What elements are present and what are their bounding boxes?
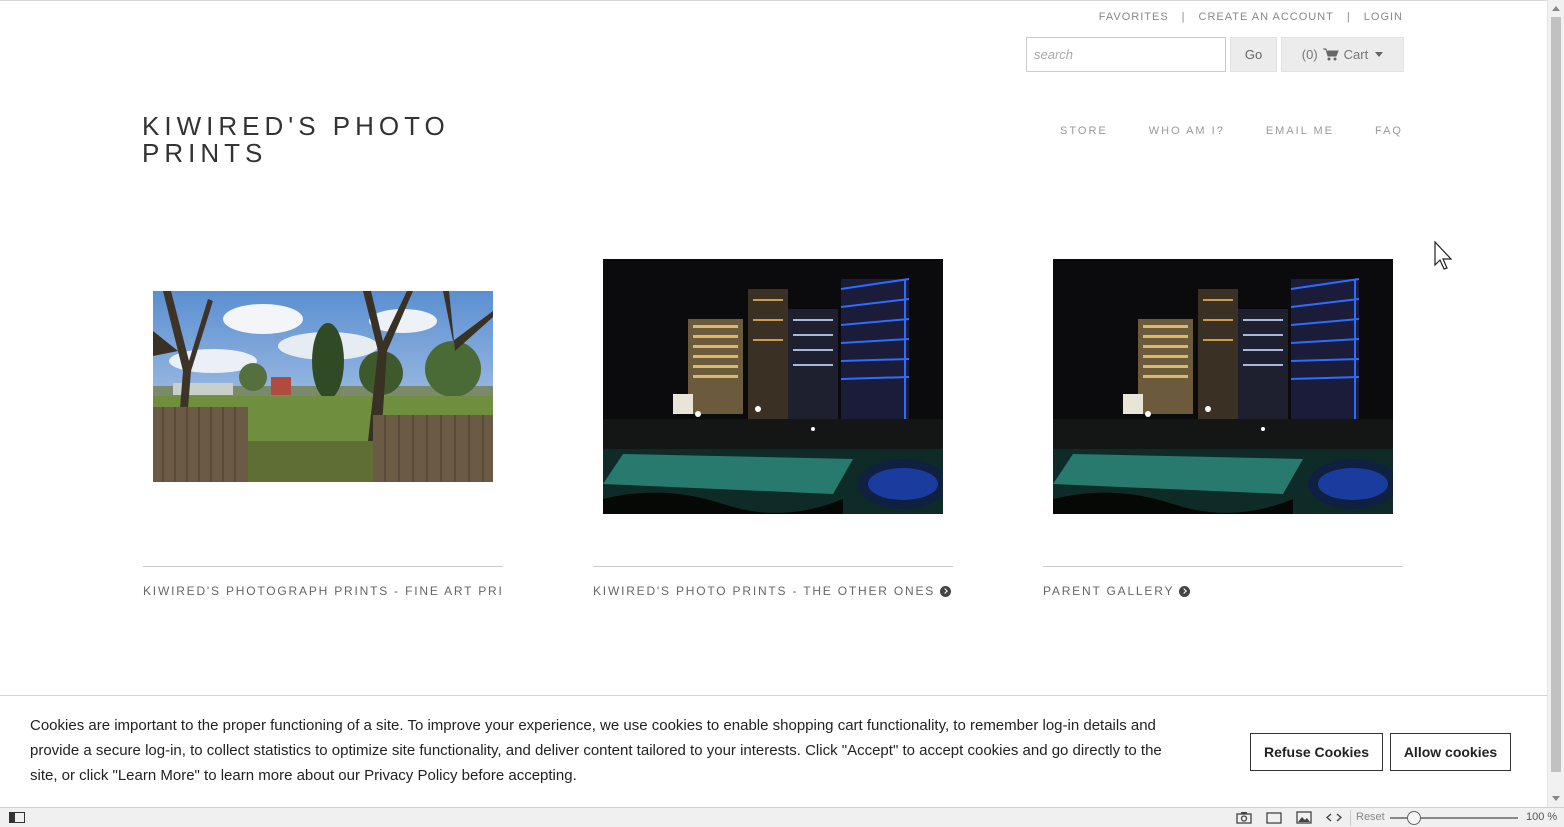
card-divider <box>1043 566 1403 567</box>
gallery-caption: PARENT GALLERY <box>1043 584 1175 598</box>
cart-count: (0) <box>1301 47 1318 62</box>
divider <box>1350 810 1351 826</box>
arrow-right-circle-icon <box>1179 585 1191 597</box>
gallery-caption-link[interactable]: PARENT GALLERY <box>1043 584 1403 598</box>
cookie-banner-text: Cookies are important to the proper func… <box>30 717 1162 784</box>
allow-cookies-button[interactable]: Allow cookies <box>1390 733 1511 771</box>
cart-label: Cart <box>1343 47 1369 62</box>
gallery-caption-link[interactable]: KIWIRED'S PHOTOGRAPH PRINTS - FINE ART P… <box>143 584 503 598</box>
gallery-thumbnail[interactable] <box>603 259 943 514</box>
site-logo[interactable]: KIWIRED'S PHOTO PRINTS <box>142 113 482 167</box>
nav-email-me[interactable]: EMAIL ME <box>1266 125 1334 137</box>
browser-status-bar: Reset 100 % <box>0 807 1564 827</box>
mouse-cursor-icon <box>1434 241 1453 270</box>
card-divider <box>593 566 953 567</box>
gallery-caption: KIWIRED'S PHOTO PRINTS - THE OTHER ONES <box>593 584 936 598</box>
window-icon[interactable] <box>1266 811 1282 824</box>
browser-viewport: FAVORITES | CREATE AN ACCOUNT | LOGIN Go (0)… <box>0 0 1547 807</box>
main-nav: STORE WHO AM I? EMAIL ME FAQ <box>1060 125 1403 137</box>
separator: | <box>1346 11 1351 23</box>
night-city-pool-photo <box>1053 259 1393 514</box>
night-city-pool-photo <box>603 259 943 514</box>
zoom-reset-button[interactable]: Reset <box>1356 811 1385 823</box>
sidebar-toggle-icon[interactable] <box>9 812 25 823</box>
scroll-down-arrow-icon[interactable] <box>1552 796 1560 801</box>
gallery-thumbnail[interactable] <box>153 291 493 482</box>
code-icon[interactable] <box>1326 811 1342 824</box>
nav-who-am-i[interactable]: WHO AM I? <box>1149 125 1225 137</box>
arrow-right-circle-icon <box>940 585 952 597</box>
gallery-thumbnail[interactable] <box>1053 259 1393 514</box>
nav-faq[interactable]: FAQ <box>1375 125 1403 137</box>
scroll-up-arrow-icon[interactable] <box>1552 6 1560 11</box>
login-link[interactable]: LOGIN <box>1364 11 1403 23</box>
chevron-down-icon <box>1375 52 1384 57</box>
gallery-grid: KIWIRED'S PHOTOGRAPH PRINTS - FINE ART P… <box>143 259 1403 609</box>
nav-store[interactable]: STORE <box>1060 125 1108 137</box>
search-row: Go (0) Cart <box>1026 37 1404 72</box>
gallery-caption-link[interactable]: KIWIRED'S PHOTO PRINTS - THE OTHER ONES <box>593 584 953 598</box>
separator: | <box>1181 11 1186 23</box>
card-divider <box>143 566 503 567</box>
vertical-scrollbar[interactable] <box>1547 0 1564 807</box>
refuse-cookies-button[interactable]: Refuse Cookies <box>1250 733 1383 771</box>
create-account-link[interactable]: CREATE AN ACCOUNT <box>1199 11 1334 23</box>
tree-field-photo <box>153 291 493 482</box>
gallery-caption: KIWIRED'S PHOTOGRAPH PRINTS - FINE ART P… <box>143 584 503 598</box>
cookie-banner: Cookies are important to the proper func… <box>0 695 1547 807</box>
image-icon[interactable] <box>1296 811 1312 824</box>
cart-icon <box>1322 48 1339 61</box>
search-go-button[interactable]: Go <box>1230 37 1277 72</box>
camera-icon[interactable] <box>1236 811 1252 824</box>
zoom-level: 100 % <box>1526 811 1558 823</box>
favorites-link[interactable]: FAVORITES <box>1099 11 1169 23</box>
search-input[interactable] <box>1026 37 1226 72</box>
scrollbar-thumb[interactable] <box>1551 17 1561 772</box>
zoom-slider-handle[interactable] <box>1407 811 1421 825</box>
cart-button[interactable]: (0) Cart <box>1281 37 1404 72</box>
utility-nav: FAVORITES | CREATE AN ACCOUNT | LOGIN <box>1099 11 1403 23</box>
